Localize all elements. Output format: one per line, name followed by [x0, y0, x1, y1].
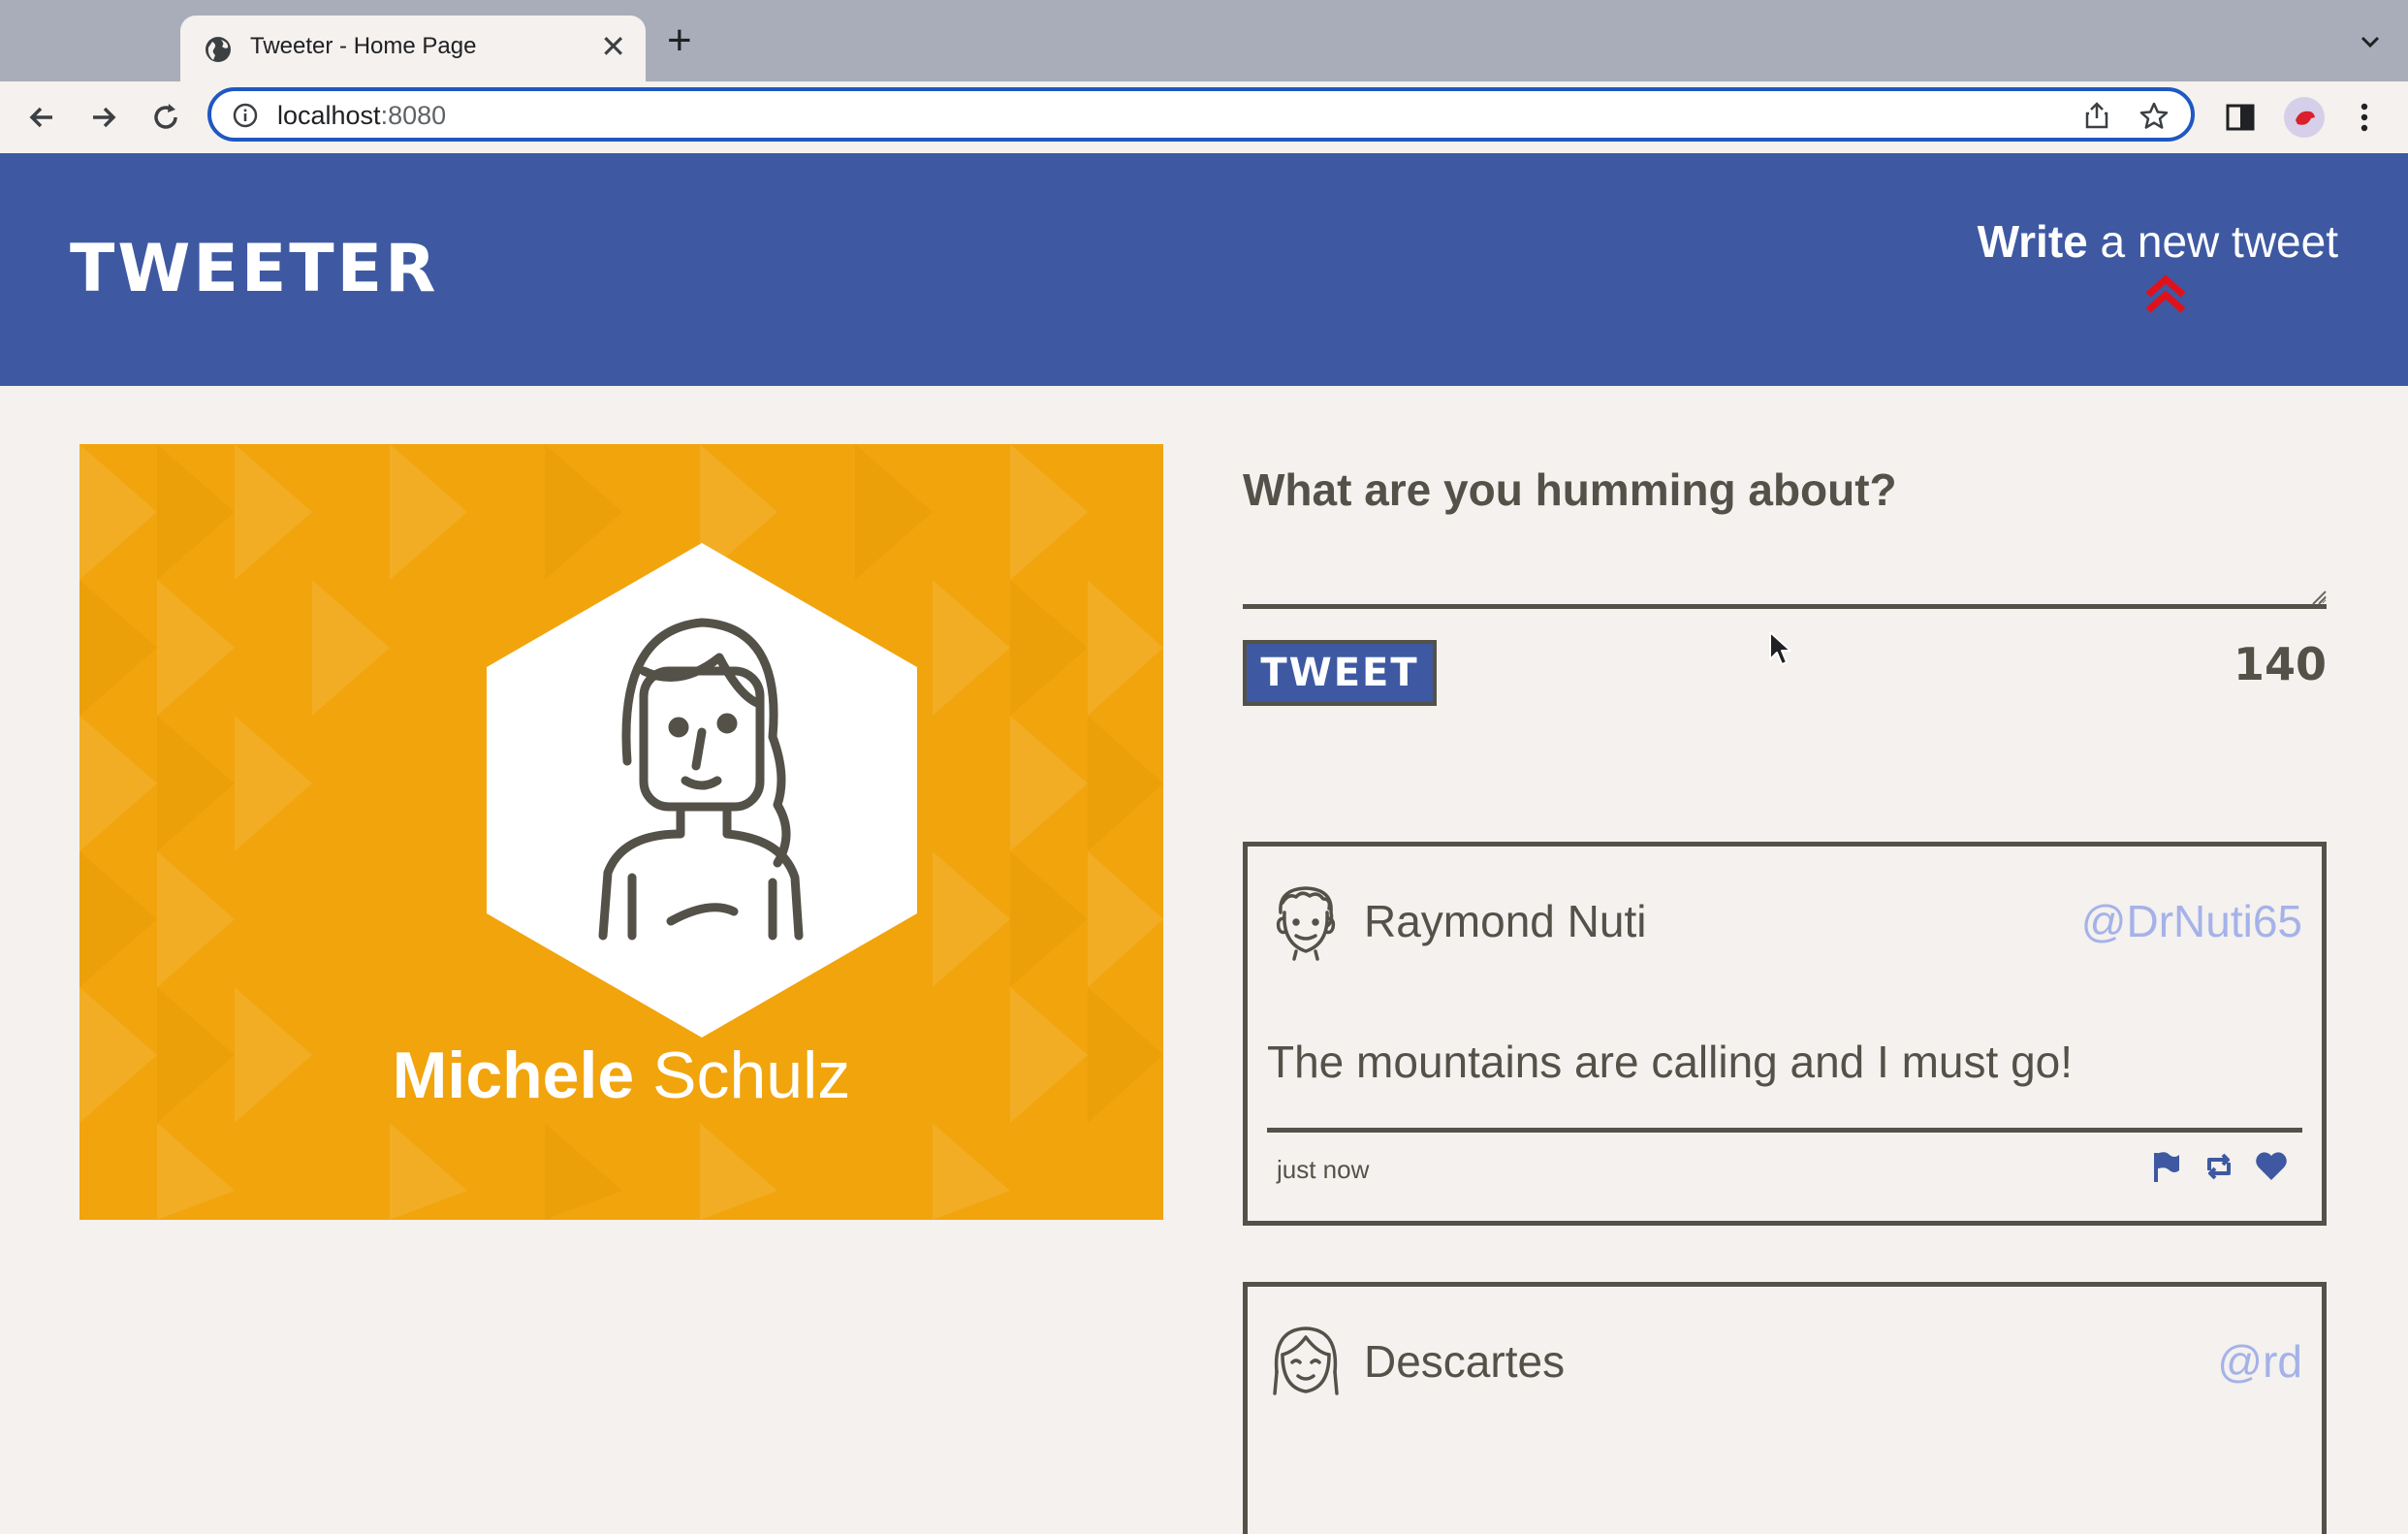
- tweet-card: Descartes @rd: [1243, 1282, 2327, 1534]
- site-header: TWEETER Write a new tweet: [0, 153, 2408, 386]
- tweet-author: Descartes: [1364, 1336, 1566, 1387]
- tweet-actions: [2135, 1149, 2289, 1184]
- tweet-content: The mountains are calling and I must go!: [1267, 1037, 2074, 1087]
- forward-arrow-icon[interactable]: [85, 99, 122, 136]
- heart-icon[interactable]: [2254, 1149, 2289, 1184]
- tweet-handle[interactable]: @rd: [2217, 1335, 2302, 1388]
- profile-avatar-hexagon: [487, 543, 917, 1038]
- browser-tab-active[interactable]: Tweeter - Home Page ✕: [180, 16, 646, 81]
- tweet-handle[interactable]: @DrNuti65: [2081, 895, 2302, 947]
- write-tweet-link[interactable]: Write a new tweet: [1978, 215, 2338, 268]
- tab-title: Tweeter - Home Page: [250, 33, 477, 59]
- bookmark-star-icon[interactable]: [2139, 101, 2170, 132]
- address-bar[interactable]: localhost:8080: [207, 87, 2195, 142]
- man-avatar-icon: [1276, 886, 1336, 961]
- side-panel-icon[interactable]: [2224, 101, 2257, 134]
- info-icon[interactable]: [233, 103, 258, 128]
- profile-card: Michele Schulz: [79, 444, 1163, 1220]
- double-chevron-up-icon[interactable]: [2140, 272, 2191, 316]
- flag-icon[interactable]: [2148, 1149, 2183, 1184]
- profile-name: Michele Schulz: [392, 1039, 851, 1112]
- reload-icon[interactable]: [147, 99, 184, 136]
- site-logo[interactable]: TWEETER: [70, 231, 439, 307]
- tweet-author: Raymond Nuti: [1364, 896, 1647, 946]
- close-tab-icon[interactable]: ✕: [600, 31, 626, 62]
- tweet-submit-button[interactable]: TWEET: [1243, 640, 1437, 706]
- browser-tabstrip: Tweeter - Home Page ✕ +: [0, 0, 2408, 81]
- more-menu-icon[interactable]: [2350, 99, 2379, 136]
- tweet-timestamp: just now: [1277, 1155, 1370, 1184]
- chevron-down-icon[interactable]: [2356, 27, 2385, 56]
- url-text: localhost:8080: [277, 101, 447, 130]
- mouse-cursor-icon: [1769, 631, 1791, 665]
- browser-toolbar: localhost:8080: [0, 81, 2408, 154]
- girl-avatar-icon: [1273, 1326, 1339, 1395]
- new-tab-icon[interactable]: +: [667, 19, 692, 62]
- compose-label: What are you humming about?: [1243, 464, 1897, 515]
- char-counter: 140: [2233, 638, 2327, 690]
- tweet-textarea[interactable]: [1243, 543, 2327, 609]
- tweet-divider: [1267, 1128, 2302, 1133]
- resize-grip-icon[interactable]: [2309, 588, 2327, 605]
- share-icon[interactable]: [2082, 101, 2111, 130]
- tweet-card: Raymond Nuti @DrNuti65 The mountains are…: [1243, 842, 2327, 1226]
- bird-icon: [2296, 111, 2315, 125]
- profile-avatar[interactable]: [2284, 97, 2325, 138]
- retweet-icon[interactable]: [2202, 1149, 2236, 1184]
- globe-icon: [206, 37, 231, 62]
- back-arrow-icon[interactable]: [23, 99, 60, 136]
